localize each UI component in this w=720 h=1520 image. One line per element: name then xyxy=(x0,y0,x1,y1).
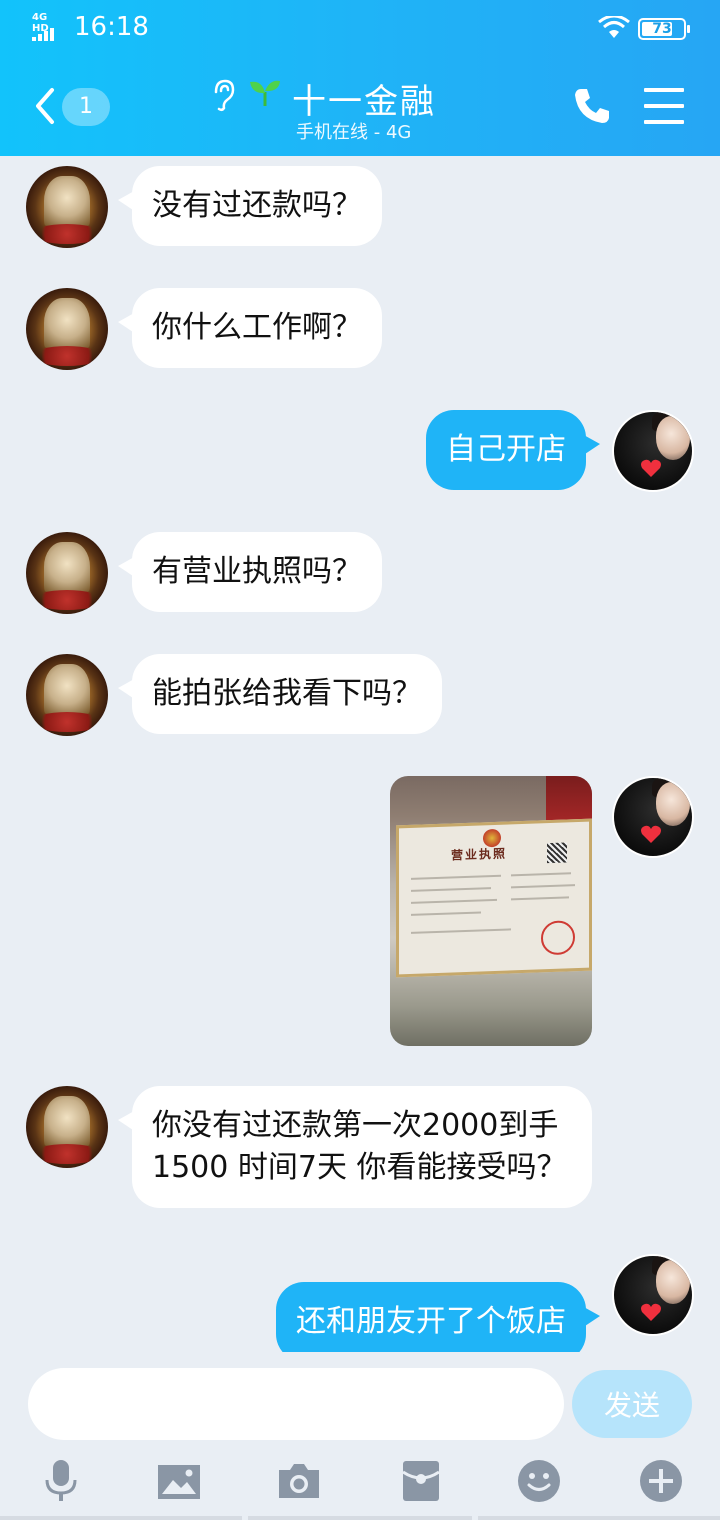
contact-avatar[interactable] xyxy=(26,288,108,370)
message-bubble[interactable]: 能拍张给我看下吗？ xyxy=(118,654,442,734)
user-avatar[interactable] xyxy=(612,410,694,492)
input-bar: 发送 xyxy=(0,1352,720,1520)
message-bubble[interactable]: 自己开店 xyxy=(426,410,600,490)
send-button[interactable]: 发送 xyxy=(572,1370,692,1438)
nav-divider xyxy=(248,1516,472,1520)
sprout-icon xyxy=(250,80,280,106)
battery-level: 73 xyxy=(652,21,672,37)
message-bubble[interactable]: 没有过还款吗？ xyxy=(118,166,382,246)
business-license-photo[interactable]: 营业执照 xyxy=(390,776,592,1046)
message-bubble[interactable]: 还和朋友开了个饭店 xyxy=(276,1282,600,1352)
contact-avatar[interactable] xyxy=(26,1086,108,1168)
heart-icon xyxy=(641,459,661,477)
status-bar: 4G HD 16:18 73 xyxy=(0,0,720,58)
emoji-icon[interactable] xyxy=(516,1458,562,1504)
nav-divider xyxy=(478,1516,720,1520)
contact-title[interactable]: 十一金融 手机在线 - 4G xyxy=(200,74,520,144)
red-packet-icon[interactable] xyxy=(398,1458,444,1504)
plus-icon[interactable] xyxy=(638,1458,684,1504)
qr-code-icon xyxy=(547,842,567,864)
chat-message-list[interactable]: 没有过还款吗？ 你什么工作啊？ 自己开店 有营业执照吗？ 能拍张给我看下吗？ 营… xyxy=(0,156,720,1352)
nav-divider xyxy=(0,1516,242,1520)
unread-count-badge[interactable]: 1 xyxy=(62,88,110,126)
message-bubble[interactable]: 有营业执照吗？ xyxy=(118,532,382,612)
wifi-icon xyxy=(598,16,630,38)
message-bubble[interactable]: 你没有过还款第一次2000到手1500 时间7天 你看能接受吗？ xyxy=(118,1086,592,1208)
phone-icon[interactable] xyxy=(572,86,612,126)
message-input[interactable] xyxy=(28,1368,564,1440)
menu-icon[interactable] xyxy=(644,88,684,124)
heart-icon xyxy=(641,1303,661,1321)
camera-icon[interactable] xyxy=(276,1458,322,1504)
contact-status: 手机在线 - 4G xyxy=(296,122,412,143)
battery-icon: 73 xyxy=(638,18,690,40)
red-stamp-icon xyxy=(541,920,575,956)
license-title: 营业执照 xyxy=(451,846,508,863)
chat-header: 4G HD 16:18 73 1 十一金融 手机在线 - 4G xyxy=(0,0,720,156)
signal-icon xyxy=(32,28,54,41)
input-toolbar xyxy=(0,1452,720,1520)
contact-name: 十一金融 xyxy=(292,82,436,122)
status-time: 16:18 xyxy=(74,12,149,42)
image-icon[interactable] xyxy=(156,1458,202,1504)
user-avatar[interactable] xyxy=(612,1254,694,1336)
contact-avatar[interactable] xyxy=(26,532,108,614)
ear-icon xyxy=(214,79,235,112)
message-bubble[interactable]: 你什么工作啊？ xyxy=(118,288,382,368)
back-button[interactable] xyxy=(28,84,64,128)
user-avatar[interactable] xyxy=(612,776,694,858)
contact-avatar[interactable] xyxy=(26,166,108,248)
contact-avatar[interactable] xyxy=(26,654,108,736)
network-indicator: 4G HD xyxy=(32,12,66,42)
heart-icon xyxy=(641,825,661,843)
microphone-icon[interactable] xyxy=(38,1458,84,1504)
